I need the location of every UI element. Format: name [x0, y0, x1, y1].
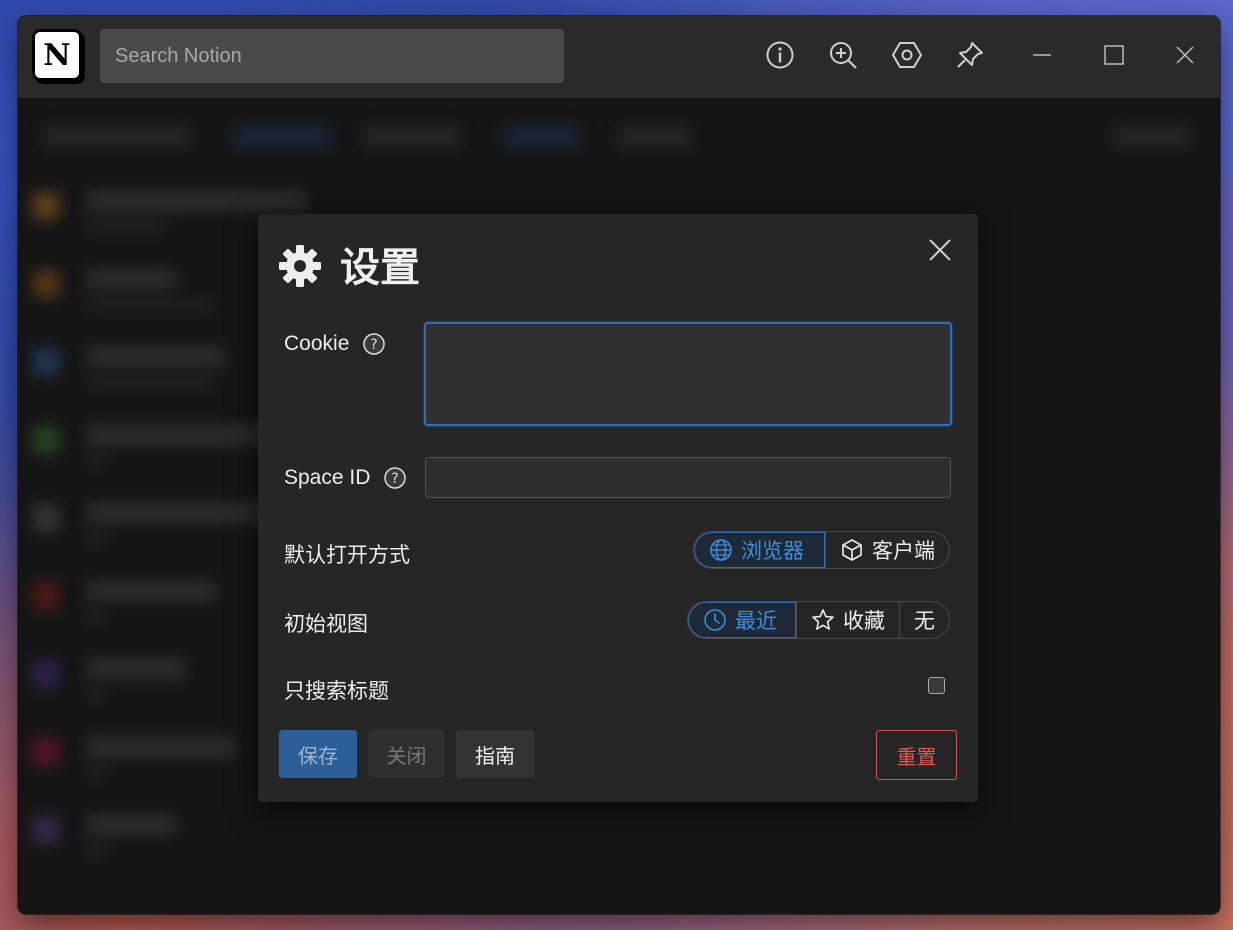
- title-only-label: 只搜索标题: [284, 680, 389, 703]
- initial-view-label: 初始视图: [284, 613, 368, 636]
- svg-text:?: ?: [392, 471, 399, 487]
- option-label: 客户端: [872, 539, 935, 563]
- open-mode-browser-option[interactable]: 浏览器: [694, 532, 825, 568]
- gear-icon: [279, 245, 321, 287]
- initial-view-recent-option[interactable]: 最近: [688, 602, 796, 638]
- initial-view-none-option[interactable]: 无: [899, 602, 949, 638]
- cookie-label-text: Cookie: [284, 332, 350, 355]
- space-id-label-text: Space ID: [284, 466, 371, 489]
- info-icon[interactable]: [765, 40, 795, 70]
- open-mode-segmented: 浏览器 客户端: [693, 531, 950, 569]
- star-icon: [812, 609, 834, 630]
- svg-text:?: ?: [371, 337, 378, 353]
- close-button[interactable]: 关闭: [368, 730, 445, 778]
- app-window: N Search Notion 设置 Cookie ? Space ID ? 默…: [18, 16, 1220, 914]
- cookie-label: Cookie ?: [284, 332, 385, 356]
- titlebar: N: [18, 16, 1220, 98]
- dialog-close-icon[interactable]: [926, 236, 954, 264]
- search-input[interactable]: [100, 29, 564, 83]
- maximize-icon[interactable]: [1099, 40, 1129, 70]
- zoom-in-icon[interactable]: [828, 40, 858, 70]
- help-icon[interactable]: ?: [384, 467, 406, 490]
- cookie-field[interactable]: [424, 322, 952, 426]
- space-id-label: Space ID ?: [284, 466, 406, 490]
- dialog-title: 设置: [340, 245, 420, 291]
- notion-logo: N: [32, 29, 82, 81]
- reset-button[interactable]: 重置: [876, 730, 957, 780]
- option-label: 收藏: [843, 609, 885, 633]
- initial-view-favorites-option[interactable]: 收藏: [796, 602, 899, 638]
- save-button[interactable]: 保存: [279, 730, 357, 778]
- open-mode-client-option[interactable]: 客户端: [825, 532, 949, 568]
- help-icon[interactable]: ?: [363, 333, 385, 356]
- minimize-icon[interactable]: [1027, 40, 1057, 70]
- option-label: 浏览器: [741, 539, 804, 563]
- cube-icon: [842, 539, 862, 561]
- guide-button[interactable]: 指南: [456, 730, 534, 778]
- title-only-checkbox[interactable]: [928, 677, 945, 694]
- space-id-field[interactable]: [425, 457, 951, 498]
- option-label: 无: [914, 609, 935, 633]
- initial-view-segmented: 最近 收藏 无: [687, 601, 950, 639]
- hexagon-settings-icon[interactable]: [891, 40, 923, 70]
- settings-dialog: 设置 Cookie ? Space ID ? 默认打开方式 浏览器 客户端 初始…: [258, 214, 978, 802]
- logo-letter: N: [43, 37, 71, 73]
- option-label: 最近: [735, 609, 777, 633]
- open-mode-label: 默认打开方式: [284, 544, 410, 567]
- globe-icon: [710, 539, 732, 561]
- pin-icon[interactable]: [955, 40, 985, 70]
- clock-icon: [704, 609, 726, 631]
- window-close-icon[interactable]: [1170, 40, 1200, 70]
